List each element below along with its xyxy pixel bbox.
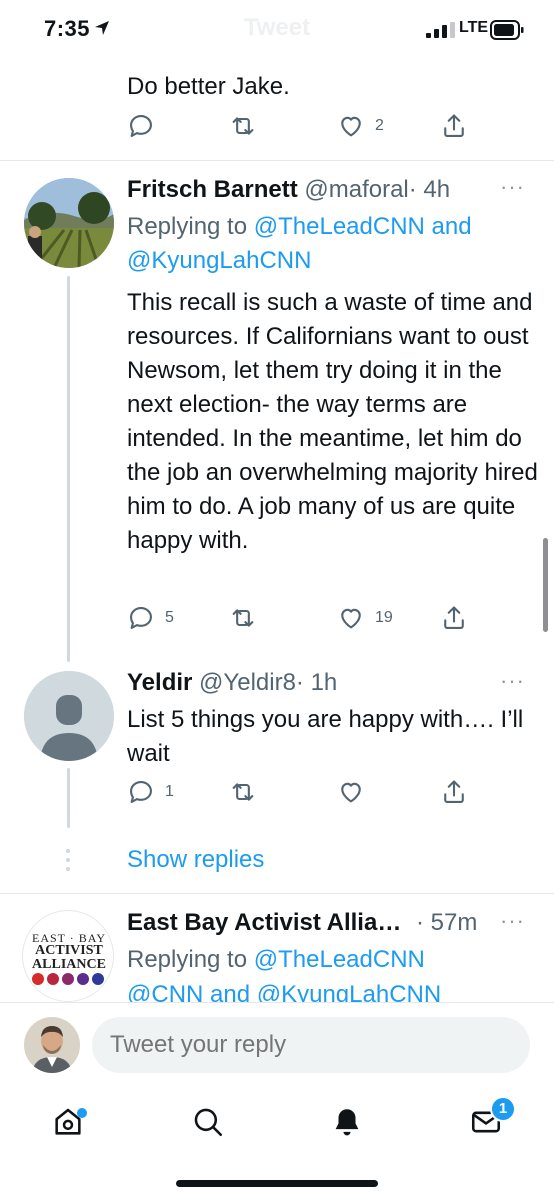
home-new-indicator <box>77 1108 87 1118</box>
tweet-header: Yeldir @Yeldir8· 1h <box>127 667 337 699</box>
more-options-icon[interactable]: ··· <box>500 668 525 694</box>
share-button[interactable] <box>440 778 468 806</box>
display-name[interactable]: Fritsch Barnett <box>127 176 298 203</box>
share-icon <box>444 114 464 137</box>
home-indicator <box>176 1180 378 1187</box>
share-button[interactable] <box>440 604 468 632</box>
mention-link[interactable]: @KyungLahCNN <box>127 244 311 278</box>
heart-icon <box>341 116 361 137</box>
replying-to-label: Replying to <box>127 946 254 973</box>
messages-badge: 1 <box>490 1096 516 1122</box>
reply-icon <box>130 781 152 803</box>
retweet-button[interactable] <box>229 604 257 632</box>
avatar-yeldir[interactable] <box>24 671 114 761</box>
logo-text: ALLIANCE <box>32 957 106 972</box>
avatar-eastbay[interactable]: EAST · BAY ACTIVIST ALLIANCE <box>22 910 114 1002</box>
tab-notifications[interactable] <box>325 1100 369 1144</box>
tweet-actions: 1 <box>127 778 487 812</box>
tab-search[interactable] <box>186 1100 230 1144</box>
replying-to: Replying to @TheLeadCNN and <box>127 210 472 244</box>
thread-line <box>67 276 70 662</box>
tweet-actions: 2 <box>127 112 487 146</box>
tweet-header: East Bay Activist Allia… · 57m <box>127 907 477 939</box>
status-bar: Tweet 7:35 LTE <box>0 0 554 60</box>
battery-icon <box>490 20 524 40</box>
heart-icon <box>341 782 361 803</box>
default-profile-icon <box>24 671 114 761</box>
heart-icon <box>341 608 361 629</box>
display-name[interactable]: Yeldir <box>127 669 192 696</box>
mention-link[interactable]: @TheLeadCNN <box>254 213 425 240</box>
avatar-fritsch[interactable] <box>24 178 114 268</box>
divider <box>0 893 554 894</box>
tweet-time: · 4h <box>408 176 451 203</box>
replying-to: Replying to @TheLeadCNN <box>127 943 425 977</box>
scroll-indicator[interactable] <box>543 538 548 632</box>
location-arrow-icon <box>95 21 109 35</box>
logo-dots <box>32 973 104 985</box>
avatar-landscape-image <box>24 178 114 268</box>
tweet-time: · 57m <box>416 909 478 936</box>
replying-and: and <box>424 213 472 240</box>
like-button[interactable] <box>337 778 365 806</box>
reply-icon <box>130 115 152 137</box>
share-button[interactable] <box>440 112 468 140</box>
signal-bars-icon <box>426 22 455 38</box>
reply-button[interactable]: 1 <box>127 778 174 806</box>
tab-messages[interactable]: 1 <box>464 1096 516 1144</box>
retweet-button[interactable] <box>229 112 257 140</box>
retweet-button[interactable] <box>229 778 257 806</box>
tweet-text: Do better Jake. <box>127 73 290 100</box>
tweet-text: List 5 things you are happy with…. I’ll … <box>127 706 524 767</box>
like-button[interactable]: 2 <box>337 112 384 140</box>
more-options-icon[interactable]: ··· <box>500 174 525 200</box>
tweet-header: Fritsch Barnett @maforal· 4h <box>127 174 450 206</box>
like-count: 19 <box>375 609 393 626</box>
user-handle[interactable]: @maforal <box>304 176 408 203</box>
reply-icon <box>130 607 152 629</box>
my-avatar[interactable] <box>24 1017 80 1073</box>
thread-line <box>67 768 70 828</box>
bell-icon <box>335 1109 359 1136</box>
display-name[interactable]: East Bay Activist Allia… <box>127 909 401 936</box>
reply-button[interactable] <box>127 112 155 140</box>
user-handle[interactable]: @Yeldir8 <box>199 669 296 696</box>
tweet-text: This recall is such a waste of time and … <box>127 289 538 554</box>
tweet-actions: 5 19 <box>127 604 487 638</box>
status-time: 7:35 <box>44 16 91 41</box>
reply-button[interactable]: 5 <box>127 604 174 632</box>
network-type: LTE <box>459 19 489 36</box>
share-icon <box>444 780 464 803</box>
reply-input[interactable] <box>92 1017 530 1073</box>
retweet-icon <box>232 609 254 627</box>
retweet-icon <box>232 783 254 801</box>
vertical-dots-icon <box>66 849 70 871</box>
like-count: 2 <box>375 117 384 134</box>
search-icon <box>194 1108 223 1137</box>
mention-link[interactable]: @TheLeadCNN <box>254 946 425 973</box>
divider <box>0 160 554 161</box>
avatar-photo <box>24 1017 80 1073</box>
retweet-icon <box>232 117 254 135</box>
more-options-icon[interactable]: ··· <box>500 908 525 934</box>
tweet-time: · 1h <box>295 669 338 696</box>
tab-home[interactable] <box>46 1100 90 1144</box>
like-button[interactable]: 19 <box>337 604 393 632</box>
share-icon <box>444 606 464 629</box>
reply-composer <box>0 1002 554 1086</box>
show-replies-link[interactable]: Show replies <box>127 843 264 877</box>
replying-to-label: Replying to <box>127 213 254 240</box>
reply-count: 1 <box>165 783 174 800</box>
reply-count: 5 <box>165 609 174 626</box>
